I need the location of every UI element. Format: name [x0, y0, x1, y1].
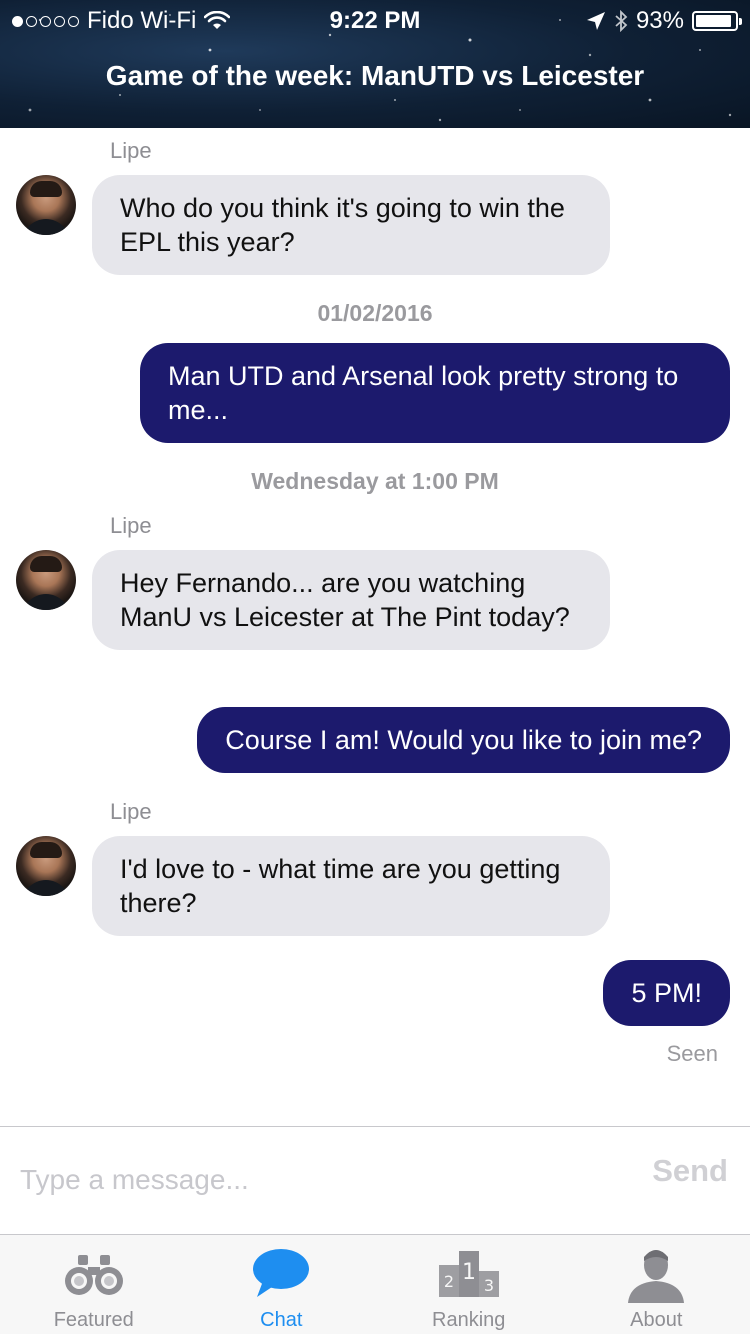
bluetooth-icon — [615, 10, 628, 32]
sender-name: Lipe — [110, 138, 152, 163]
location-arrow-icon — [586, 12, 605, 30]
send-button[interactable]: Send — [652, 1153, 728, 1189]
incoming-message-bubble[interactable]: Hey Fernando... are you watching ManU vs… — [92, 550, 610, 650]
svg-text:2: 2 — [444, 1272, 454, 1291]
person-icon — [628, 1250, 685, 1303]
incoming-message-bubble[interactable]: I'd love to - what time are you getting … — [92, 836, 610, 936]
battery-icon — [692, 11, 742, 31]
date-separator: Wednesday at 1:00 PM — [251, 468, 499, 494]
avatar[interactable] — [16, 836, 76, 896]
page-title: Game of the week: ManUTD vs Leicester — [105, 60, 645, 91]
svg-text:1: 1 — [462, 1260, 476, 1285]
podium-icon: 1 2 3 — [438, 1251, 499, 1297]
tab-featured[interactable]: Featured — [0, 1235, 188, 1334]
date-separator: 01/02/2016 — [317, 300, 433, 326]
outgoing-message-bubble[interactable]: 5 PM! — [603, 960, 730, 1026]
incoming-message-bubble[interactable]: Who do you think it's going to win the E… — [92, 175, 610, 275]
header: Fido Wi-Fi 9:22 PM 93% Game of the week:… — [0, 0, 750, 128]
svg-text:3: 3 — [484, 1276, 494, 1295]
tab-label: Featured — [53, 1309, 134, 1331]
tab-ranking[interactable]: 1 2 3 Ranking — [375, 1235, 563, 1334]
outgoing-message-bubble[interactable]: Course I am! Would you like to join me? — [197, 707, 730, 773]
tab-label: Chat — [260, 1309, 303, 1331]
chat-thread[interactable]: Lipe Who do you think it's going to win … — [0, 128, 750, 1126]
tab-label: About — [630, 1309, 683, 1331]
tab-chat[interactable]: Chat — [188, 1235, 376, 1334]
avatar[interactable] — [16, 175, 76, 235]
sender-name: Lipe — [110, 513, 152, 538]
battery-percentage: 93% — [635, 7, 684, 34]
avatar[interactable] — [16, 550, 76, 610]
outgoing-message-bubble[interactable]: Man UTD and Arsenal look pretty strong t… — [140, 343, 730, 443]
seen-indicator: Seen — [666, 1041, 718, 1066]
binoculars-icon — [64, 1255, 123, 1295]
tab-label: Ranking — [432, 1309, 506, 1331]
message-composer: Send — [0, 1126, 750, 1234]
message-input[interactable] — [20, 1155, 600, 1205]
status-bar: Fido Wi-Fi 9:22 PM 93% — [0, 0, 750, 40]
tab-about[interactable]: About — [563, 1235, 750, 1334]
sender-name: Lipe — [110, 799, 152, 824]
tab-bar: Featured Chat 1 2 3 Ranking About — [0, 1234, 750, 1334]
chat-bubble-icon — [253, 1249, 310, 1297]
